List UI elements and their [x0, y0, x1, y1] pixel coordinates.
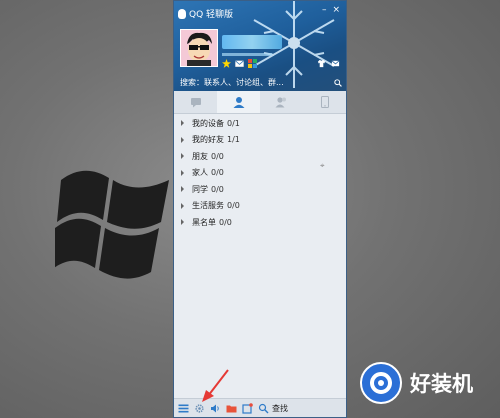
qq-lite-window: QQ 轻聊版 – × 搜索：联系人、讨论组、群... 我的设备 0/1 我的好友…	[173, 0, 347, 418]
windows-logo	[55, 170, 169, 279]
header-right-icons	[317, 59, 340, 68]
expand-arrow-icon	[181, 219, 184, 226]
group-count: 0/0	[211, 151, 224, 161]
close-button[interactable]: ×	[332, 5, 340, 15]
menu-icon[interactable]	[178, 403, 189, 414]
title-bar: QQ 轻聊版	[178, 7, 233, 20]
group-name: 生活服务	[192, 201, 224, 211]
app-box-icon[interactable]	[242, 402, 253, 414]
tab-phone[interactable]	[303, 91, 346, 113]
qq-penguin-icon	[178, 8, 186, 19]
tab-groups[interactable]	[260, 91, 303, 113]
search-icon[interactable]	[258, 403, 269, 414]
avatar-face-icon	[181, 30, 217, 66]
expand-arrow-icon	[181, 136, 184, 143]
group-name: 我的好友	[192, 135, 224, 145]
mail-icon[interactable]	[235, 59, 244, 68]
group-count: 0/0	[211, 184, 224, 194]
search-placeholder[interactable]: 搜索：联系人、讨论组、群...	[180, 77, 334, 88]
expand-arrow-icon	[181, 186, 184, 193]
mailbox-icon[interactable]	[331, 59, 340, 68]
search-icon[interactable]	[334, 78, 342, 87]
avatar[interactable]	[180, 29, 218, 67]
group-icon	[275, 97, 286, 108]
group-count: 0/0	[227, 201, 240, 211]
signature-line[interactable]	[222, 53, 272, 56]
nickname-banner[interactable]	[222, 35, 282, 49]
group-blacklist[interactable]: 黑名单 0/0	[174, 214, 346, 231]
group-life-services[interactable]: 生活服务 0/0	[174, 198, 346, 215]
expand-arrow-icon	[181, 153, 184, 160]
find-label[interactable]: 查找	[272, 403, 288, 414]
red-arrow-annotation	[202, 369, 229, 402]
settings-icon[interactable]	[194, 403, 205, 414]
skin-icon[interactable]	[317, 59, 326, 68]
expand-arrow-icon	[181, 202, 184, 209]
folder-icon[interactable]	[226, 403, 237, 414]
expand-arrow-icon	[181, 120, 184, 127]
chat-icon	[190, 97, 201, 107]
group-classmates[interactable]: 同学 0/0	[174, 181, 346, 198]
phone-icon	[320, 96, 329, 108]
window-controls: – ×	[322, 5, 340, 15]
minimize-button[interactable]: –	[322, 5, 327, 15]
expand-arrow-icon	[181, 169, 184, 176]
status-icons	[222, 59, 257, 68]
person-icon	[233, 97, 244, 108]
app-grid-icon[interactable]	[248, 59, 257, 68]
group-name: 家人	[192, 168, 208, 178]
watermark: 好装机	[358, 360, 473, 406]
search-box[interactable]: 搜索：联系人、讨论组、群...	[180, 77, 342, 88]
group-count: 0/1	[227, 118, 240, 128]
group-count: 1/1	[227, 135, 240, 145]
profile-header: QQ 轻聊版 – × 搜索：联系人、讨论组、群...	[174, 1, 346, 91]
star-icon[interactable]	[222, 59, 231, 68]
speaker-icon[interactable]	[210, 403, 221, 414]
window-title: QQ 轻聊版	[189, 10, 234, 20]
group-name: 我的设备	[192, 118, 224, 128]
watermark-logo-icon	[360, 362, 402, 404]
group-name: 同学	[192, 184, 208, 194]
group-name: 朋友	[192, 151, 208, 161]
group-my-devices[interactable]: 我的设备 0/1	[174, 115, 346, 132]
tab-contacts[interactable]	[217, 91, 260, 113]
group-name: 黑名单	[192, 217, 216, 227]
group-my-friends[interactable]: 我的好友 1/1	[174, 132, 346, 149]
mouse-cursor-icon: ⌖	[320, 161, 325, 170]
group-count: 0/0	[219, 217, 232, 227]
main-tabs	[174, 91, 346, 114]
tab-messages[interactable]	[174, 91, 217, 113]
contact-groups: 我的设备 0/1 我的好友 1/1 朋友 0/0 家人 0/0 同学 0/0 生…	[174, 115, 346, 231]
group-count: 0/0	[211, 168, 224, 178]
watermark-text: 好装机	[410, 372, 473, 396]
